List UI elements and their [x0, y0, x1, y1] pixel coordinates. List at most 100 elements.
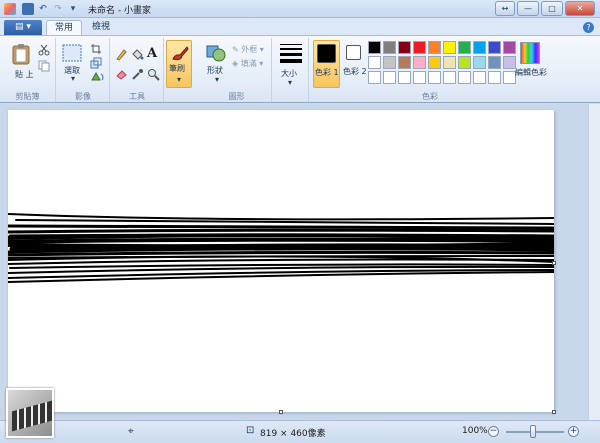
size-lines-icon[interactable] — [280, 44, 302, 66]
paint-app-icon[interactable] — [4, 3, 16, 15]
color2-button[interactable]: 色彩 2 — [342, 40, 368, 88]
magnifier-icon[interactable] — [147, 68, 160, 81]
save-icon[interactable] — [22, 3, 34, 15]
drawing-canvas[interactable] — [6, 110, 557, 414]
clipboard-icon — [12, 44, 30, 65]
title-bar: ↶ ↷ ▾ 未命名 - 小畫家 ↔ — □ ✕ — [0, 0, 600, 18]
brush-icon — [172, 46, 189, 61]
fill-label: 填滿 — [240, 59, 257, 68]
resize-handle-right[interactable] — [552, 261, 556, 265]
outline-button[interactable]: ✎ 外框 ▾ — [232, 44, 264, 55]
crop-icon[interactable] — [90, 43, 102, 55]
maximize-button[interactable]: □ — [541, 1, 563, 16]
palette-swatch[interactable] — [503, 41, 516, 54]
palette-swatch[interactable] — [398, 56, 411, 69]
pencil-icon[interactable] — [115, 48, 128, 61]
chevron-down-icon[interactable]: ▾ — [177, 75, 181, 84]
zoom-slider-thumb[interactable] — [530, 425, 536, 438]
brushes-group: 筆刷 ▾ — [165, 38, 201, 102]
shapes-button[interactable]: 形狀 ▾ — [205, 43, 231, 85]
color1-label: 色彩 1 — [315, 68, 339, 77]
palette-swatch[interactable] — [473, 71, 486, 84]
palette-swatch[interactable] — [488, 56, 501, 69]
color1-button[interactable]: 色彩 1 — [313, 40, 340, 88]
fill-icon: ◈ — [232, 59, 239, 68]
color2-swatch — [346, 45, 361, 60]
workspace — [0, 104, 600, 420]
zoom-level: 100% — [462, 426, 488, 436]
fill-bucket-icon[interactable] — [131, 48, 144, 61]
tab-home[interactable]: 常用 — [46, 20, 83, 36]
canvas-size-icon: ⊡ — [246, 425, 255, 436]
resize-icon[interactable] — [90, 57, 102, 69]
palette-swatch[interactable] — [443, 56, 456, 69]
brushes-label: 筆刷 — [169, 64, 185, 73]
outline-icon: ✎ — [232, 45, 239, 54]
close-button[interactable]: ✕ — [565, 1, 595, 16]
shapes-group-label: 圖形 — [228, 92, 245, 101]
tab-view[interactable]: 檢視 — [84, 20, 118, 36]
colors-group-label: 色彩 — [422, 92, 438, 101]
chevron-down-icon[interactable]: ▾ — [71, 74, 75, 83]
palette-swatch[interactable] — [428, 41, 441, 54]
select-button[interactable]: 選取 ▾ — [61, 43, 87, 83]
customize-qat-icon[interactable]: ▾ — [67, 3, 79, 15]
tools-group: A 工具 — [111, 38, 164, 102]
palette-swatch[interactable] — [398, 41, 411, 54]
palette-swatch[interactable] — [458, 41, 471, 54]
resize-arrows-button[interactable]: ↔ — [495, 1, 515, 16]
palette-swatch[interactable] — [413, 71, 426, 84]
palette-swatch[interactable] — [368, 71, 381, 84]
edit-colors-icon[interactable] — [520, 42, 540, 64]
palette-swatch[interactable] — [383, 71, 396, 84]
copy-icon[interactable] — [38, 60, 50, 72]
ribbon: 貼 上 剪貼簿 選取 ▾ 影像 A 工具 筆刷 ▾ 形狀 ▾ ✎ 外框 ▾ ◈ … — [0, 35, 600, 103]
text-tool-icon[interactable]: A — [147, 46, 157, 61]
palette-swatch[interactable] — [473, 41, 486, 54]
color2-label: 色彩 2 — [343, 67, 367, 76]
cursor-position-icon: ⌖ — [128, 426, 134, 437]
zoom-in-button[interactable]: + — [568, 426, 579, 437]
redo-icon[interactable]: ↷ — [52, 3, 64, 15]
palette-swatch[interactable] — [488, 41, 501, 54]
paint-menu-button[interactable]: ▤ ▾ — [4, 20, 42, 35]
palette-swatch[interactable] — [473, 56, 486, 69]
shapes-icon — [206, 45, 226, 62]
brushes-button[interactable]: 筆刷 ▾ — [166, 40, 192, 88]
palette-swatch[interactable] — [398, 71, 411, 84]
eraser-icon[interactable] — [115, 68, 128, 81]
fill-button[interactable]: ◈ 填滿 ▾ — [232, 58, 263, 69]
undo-icon[interactable]: ↶ — [37, 3, 49, 15]
palette-swatch[interactable] — [383, 41, 396, 54]
palette-swatch[interactable] — [368, 41, 381, 54]
zoom-out-button[interactable]: − — [488, 426, 499, 437]
palette-swatch[interactable] — [458, 56, 471, 69]
palette-swatch[interactable] — [413, 56, 426, 69]
vertical-scrollbar[interactable] — [588, 104, 600, 420]
image-group: 選取 ▾ 影像 — [57, 38, 110, 102]
palette-swatch[interactable] — [368, 56, 381, 69]
palette-swatch[interactable] — [383, 56, 396, 69]
palette-swatch[interactable] — [428, 56, 441, 69]
edit-colors-label[interactable]: 編輯色彩 — [515, 67, 547, 78]
clipboard-group-label: 剪貼簿 — [15, 92, 40, 101]
size-group: 大小 ▾ — [273, 38, 309, 102]
minimize-button[interactable]: — — [517, 1, 539, 16]
canvas-strokes — [6, 213, 557, 283]
chevron-down-icon[interactable]: ▾ — [288, 78, 292, 87]
chevron-down-icon[interactable]: ▾ — [215, 75, 219, 84]
palette-swatch[interactable] — [488, 71, 501, 84]
cut-icon[interactable] — [38, 44, 50, 56]
paste-button[interactable]: 貼 上 — [10, 43, 34, 91]
palette-swatch[interactable] — [443, 71, 456, 84]
rotate-icon[interactable] — [90, 71, 104, 83]
resize-handle-bottom[interactable] — [279, 410, 283, 414]
clipboard-group: 貼 上 剪貼簿 — [0, 38, 56, 102]
palette-swatch[interactable] — [443, 41, 456, 54]
resize-handle-corner[interactable] — [552, 410, 556, 414]
help-icon[interactable]: ? — [583, 22, 594, 33]
color-picker-icon[interactable] — [131, 68, 144, 81]
palette-swatch[interactable] — [458, 71, 471, 84]
palette-swatch[interactable] — [428, 71, 441, 84]
palette-swatch[interactable] — [413, 41, 426, 54]
